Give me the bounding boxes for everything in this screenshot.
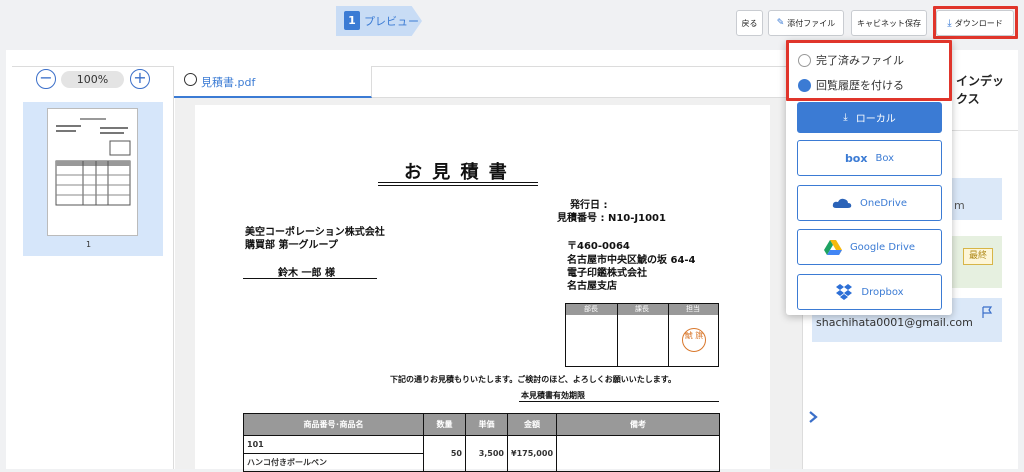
table-header: 金額 [506, 413, 558, 436]
attach-file-button[interactable]: ✎ 添付ファイル [768, 10, 844, 36]
email-text: shachihata0001@gmail.com [816, 316, 973, 329]
intro-text: 下記の通りお見積もりいたします。ご検討のほど、よろしくお願いいたします。 [390, 375, 676, 384]
table-header: 数量 [423, 413, 466, 436]
seal-stamp: 鯱 旗 [682, 328, 706, 352]
cabinet-save-button[interactable]: キャビネット保存 [851, 10, 927, 36]
cell-name: 101 [243, 435, 424, 454]
onedrive-cloud-icon [832, 198, 852, 208]
thumbnail-page-number: 1 [86, 240, 92, 249]
google-drive-icon [823, 240, 842, 255]
title-underline [378, 182, 538, 183]
email-fragment: m [954, 199, 965, 212]
table-header: 商品番号･商品名 [243, 413, 424, 436]
table-row: 101 50 3,500 ¥175,000 [243, 435, 720, 472]
table-header-row: 商品番号･商品名 数量 単価 金額 備考 [243, 413, 720, 436]
thumbnail-preview-icon [55, 118, 131, 206]
flag-icon[interactable] [981, 306, 993, 319]
page-thumbnail[interactable] [47, 108, 138, 236]
cell-amount: ¥175,000 [506, 435, 558, 472]
estimate-number: 見積番号 : N10-J1001 [557, 213, 666, 224]
dropbox-icon [836, 284, 853, 300]
local-label: ローカル [855, 114, 896, 125]
stamp-divider [668, 304, 669, 366]
zoom-in-button[interactable]: + [130, 69, 150, 89]
back-button[interactable]: 戻る [736, 10, 763, 36]
box-label: Box [875, 152, 895, 164]
step-label: プレビュー [364, 15, 419, 28]
google-drive-button[interactable]: Google Drive [797, 229, 942, 265]
doc-title: お 見 積 書 [404, 162, 509, 183]
onedrive-button[interactable]: OneDrive [797, 185, 942, 221]
index-title: インデックス [956, 74, 1005, 106]
recipient-underline [243, 278, 377, 279]
recipient-person: 鈴木 一郎 様 [278, 268, 335, 279]
stamp-header: 部長 [584, 305, 598, 313]
cell-qty: 50 [423, 435, 466, 472]
stamp-box: 部長 課長 担当 鯱 旗 [565, 303, 719, 367]
options-highlight [786, 40, 952, 101]
table-header: 備考 [556, 413, 720, 436]
final-badge: 最終 [963, 248, 993, 265]
recipient-department: 購買部 第一グループ [245, 240, 338, 251]
onedrive-label: OneDrive [859, 197, 908, 209]
items-table: 商品番号･商品名 数量 単価 金額 備考 101 50 3,500 ¥175,0… [243, 413, 720, 472]
step-number: 1 [344, 11, 360, 30]
cabinet-label: キャビネット保存 [857, 18, 921, 28]
clock-icon [184, 73, 197, 86]
title-underline-2 [378, 185, 538, 186]
stamp-header: 担当 [686, 305, 700, 313]
box-logo-icon: box [844, 151, 868, 165]
zoom-out-button[interactable]: − [36, 69, 56, 89]
zoom-level: 100% [61, 71, 124, 88]
download-icon: ⤓ [843, 112, 848, 123]
stamp-divider [617, 304, 618, 366]
sender-branch: 名古屋支店 [567, 281, 617, 292]
cell-note [556, 435, 720, 472]
stamp-header: 課長 [635, 305, 649, 313]
back-label: 戻る [741, 18, 758, 28]
validity-label: 本見積書有効期限 [521, 391, 585, 400]
cell-price: 3,500 [465, 435, 508, 472]
validity-underline [519, 401, 719, 402]
local-download-button[interactable]: ⤓ ローカル [797, 102, 942, 133]
box-button[interactable]: box Box [797, 140, 942, 176]
google-drive-label: Google Drive [849, 241, 916, 253]
attach-label: 添付ファイル [787, 18, 836, 28]
chevron-right-icon[interactable] [808, 411, 818, 423]
sender-zip: 〒460-0064 [567, 241, 630, 252]
dropbox-label: Dropbox [861, 286, 904, 298]
paperclip-icon: ✎ [776, 18, 785, 28]
download-highlight [933, 6, 1018, 39]
tab-document-label: 見積書.pdf [201, 76, 256, 89]
table-header: 単価 [465, 413, 508, 436]
dropbox-button[interactable]: Dropbox [797, 274, 942, 310]
